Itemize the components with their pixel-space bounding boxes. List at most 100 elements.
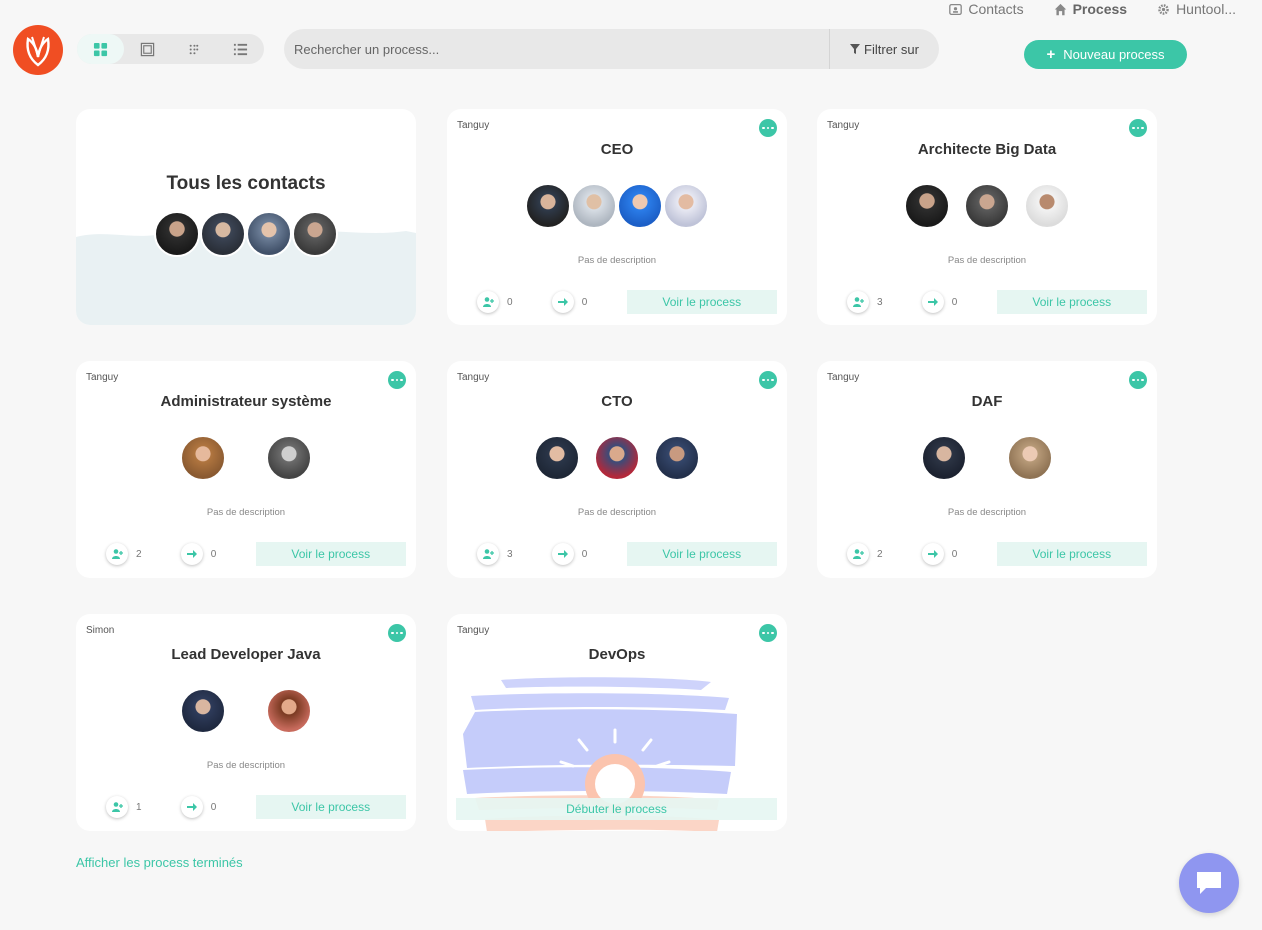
steps-stat[interactable]: 0 xyxy=(921,291,997,313)
view-grid-button[interactable] xyxy=(77,34,124,64)
card-footer: 2 0 Voir le process xyxy=(847,542,1147,566)
card-owner: Tanguy xyxy=(457,372,490,383)
start-process-button[interactable]: Débuter le process xyxy=(456,798,777,820)
candidates-count: 3 xyxy=(877,296,883,308)
view-process-button[interactable]: Voir le process xyxy=(255,542,406,566)
candidates-stat[interactable]: 2 xyxy=(106,543,181,565)
view-dots-button[interactable] xyxy=(171,34,218,64)
steps-stat[interactable]: 0 xyxy=(551,291,627,313)
card-description: Pas de description xyxy=(947,255,1027,266)
candidates-count: 2 xyxy=(877,548,883,560)
more-options-button[interactable] xyxy=(759,624,777,642)
all-contacts-card[interactable]: Tous les contacts xyxy=(76,109,416,325)
card-footer: 3 0 Voir le process xyxy=(847,290,1147,314)
card-avatars xyxy=(817,183,1157,229)
avatar xyxy=(534,435,580,481)
card-title: DevOps xyxy=(588,646,646,663)
card-avatars xyxy=(817,435,1157,481)
filter-button[interactable]: Filtrer sur xyxy=(829,29,939,69)
candidates-stat[interactable]: 2 xyxy=(847,543,922,565)
show-finished-link[interactable]: Afficher les process terminés xyxy=(76,855,243,870)
avatar xyxy=(964,183,1010,229)
new-process-button[interactable]: + Nouveau process xyxy=(1024,40,1187,69)
candidates-stat[interactable]: 3 xyxy=(477,543,552,565)
process-card-daf[interactable]: Tanguy DAF Pas de description 2 0 Voir l… xyxy=(817,361,1157,578)
arrow-right-icon xyxy=(921,543,944,565)
steps-count: 0 xyxy=(951,548,958,560)
add-user-icon xyxy=(477,291,499,313)
app-logo[interactable] xyxy=(13,25,63,75)
card-owner: Simon xyxy=(86,625,115,636)
avatar xyxy=(921,435,967,481)
more-options-button[interactable] xyxy=(1129,119,1147,137)
card-description: Pas de description xyxy=(577,507,657,518)
candidates-count: 3 xyxy=(507,548,513,560)
add-user-icon xyxy=(477,543,499,565)
more-options-button[interactable] xyxy=(388,371,406,389)
avatar xyxy=(617,183,663,229)
plus-icon: + xyxy=(1046,46,1056,63)
card-description: Pas de description xyxy=(947,507,1027,518)
avatar xyxy=(200,211,246,257)
add-user-icon xyxy=(106,796,128,818)
process-card-devops[interactable]: Tanguy DevOps Débuter le process xyxy=(447,614,787,831)
nav-process-label: Process xyxy=(1072,1,1128,17)
card-footer: 3 0 Voir le process xyxy=(477,542,777,566)
view-process-button[interactable]: Voir le process xyxy=(626,542,777,566)
card-title: Architecte Big Data xyxy=(917,141,1057,158)
more-options-button[interactable] xyxy=(759,119,777,137)
candidates-count: 1 xyxy=(136,801,142,813)
view-process-button[interactable]: Voir le process xyxy=(996,290,1147,314)
process-card-administrateur-systeme[interactable]: Tanguy Administrateur système Pas de des… xyxy=(76,361,416,578)
nav-process[interactable]: Process xyxy=(1054,0,1127,18)
candidates-stat[interactable]: 3 xyxy=(847,291,922,313)
card-owner: Tanguy xyxy=(457,625,490,636)
steps-count: 0 xyxy=(581,548,588,560)
process-card-cto[interactable]: Tanguy CTO Pas de description 3 0 Voir l… xyxy=(447,361,787,578)
view-process-button[interactable]: Voir le process xyxy=(626,290,777,314)
steps-stat[interactable]: 0 xyxy=(551,543,627,565)
avatar xyxy=(292,211,338,257)
all-contacts-title: Tous les contacts xyxy=(166,173,326,194)
filter-label: Filtrer sur xyxy=(864,41,919,57)
card-footer: 0 0 Voir le process xyxy=(477,290,777,314)
avatar xyxy=(246,211,292,257)
avatar xyxy=(180,435,226,481)
arrow-right-icon xyxy=(551,291,574,313)
candidates-stat[interactable]: 0 xyxy=(477,291,552,313)
view-board-button[interactable] xyxy=(124,34,171,64)
nav-huntool[interactable]: Huntool... xyxy=(1157,0,1236,18)
steps-count: 0 xyxy=(951,296,958,308)
list-icon xyxy=(234,43,248,55)
card-title: Administrateur système xyxy=(160,393,332,410)
steps-stat[interactable]: 0 xyxy=(921,543,997,565)
search-input[interactable] xyxy=(284,29,829,69)
process-card-lead-developer-java[interactable]: Simon Lead Developer Java Pas de descrip… xyxy=(76,614,416,831)
steps-stat[interactable]: 0 xyxy=(180,796,256,818)
card-avatars xyxy=(76,688,416,734)
more-options-button[interactable] xyxy=(388,624,406,642)
nav-contacts-label: Contacts xyxy=(968,1,1024,17)
card-title: Lead Developer Java xyxy=(171,646,321,663)
home-icon xyxy=(1054,3,1066,15)
more-options-button[interactable] xyxy=(1129,371,1147,389)
dots-grid-icon xyxy=(190,44,199,54)
process-card-architecte-big-data[interactable]: Tanguy Architecte Big Data Pas de descri… xyxy=(817,109,1157,325)
view-process-button[interactable]: Voir le process xyxy=(996,542,1147,566)
avatar xyxy=(571,183,617,229)
more-options-button[interactable] xyxy=(759,371,777,389)
gear-icon xyxy=(1158,3,1169,15)
steps-stat[interactable]: 0 xyxy=(180,543,256,565)
card-title: CEO xyxy=(600,141,634,158)
card-title: CTO xyxy=(601,393,633,410)
avatar xyxy=(904,183,950,229)
chat-button[interactable] xyxy=(1179,853,1239,913)
candidates-count: 0 xyxy=(507,296,513,308)
view-process-button[interactable]: Voir le process xyxy=(255,795,406,819)
avatar xyxy=(1024,183,1070,229)
process-card-ceo[interactable]: Tanguy CEO Pas de description 0 0 Voir l… xyxy=(447,109,787,325)
avatar xyxy=(266,688,312,734)
candidates-stat[interactable]: 1 xyxy=(106,796,181,818)
nav-contacts[interactable]: Contacts xyxy=(949,0,1024,18)
view-list-button[interactable] xyxy=(217,34,264,64)
